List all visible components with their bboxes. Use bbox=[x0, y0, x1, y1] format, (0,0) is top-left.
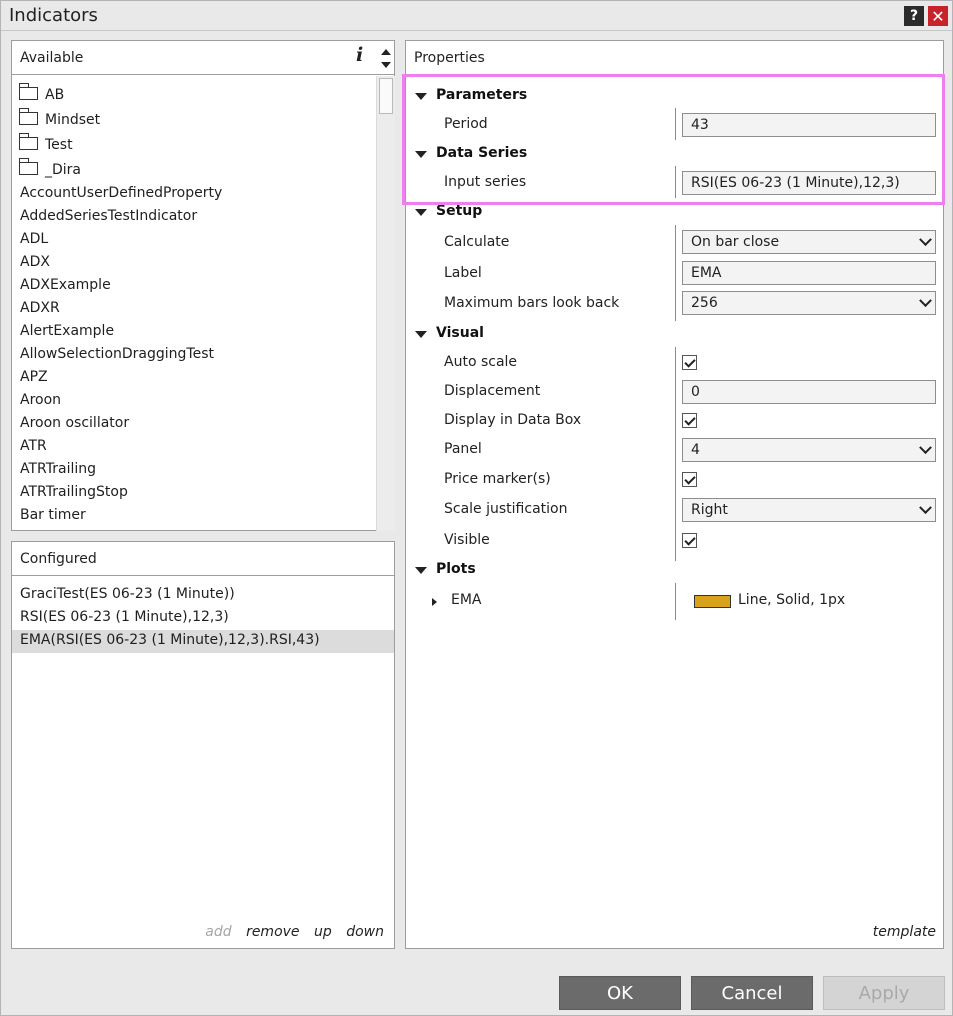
ok-button[interactable]: OK bbox=[559, 976, 681, 1010]
list-item[interactable]: ATR bbox=[20, 438, 47, 454]
calculate-dropdown[interactable]: On bar close bbox=[682, 230, 936, 254]
indicators-window: Indicators ? ✕ Available i AB Mindset Te… bbox=[0, 0, 953, 1016]
close-icon[interactable]: ✕ bbox=[928, 6, 948, 26]
help-icon[interactable]: ? bbox=[904, 6, 924, 26]
collapse-arrow-icon[interactable] bbox=[415, 151, 427, 158]
list-item[interactable]: APZ bbox=[20, 369, 48, 385]
display-in-data-box-checkbox[interactable] bbox=[682, 413, 697, 428]
sort-icon[interactable] bbox=[379, 43, 393, 73]
remove-link[interactable]: remove bbox=[246, 924, 299, 940]
folder-item[interactable]: Mindset bbox=[19, 108, 100, 128]
expand-arrow-icon[interactable] bbox=[432, 598, 437, 606]
configured-item-selected[interactable]: EMA(RSI(ES 06-23 (1 Minute),12,3).RSI,43… bbox=[12, 630, 394, 653]
info-icon[interactable]: i bbox=[356, 44, 363, 66]
configured-title: Configured bbox=[20, 551, 97, 567]
list-item[interactable]: AccountUserDefinedProperty bbox=[20, 185, 222, 201]
configured-panel: Configured GraciTest(ES 06-23 (1 Minute)… bbox=[11, 541, 395, 949]
available-list[interactable]: AB Mindset Test _Dira AccountUserDefined… bbox=[12, 76, 375, 531]
chevron-down-icon bbox=[919, 441, 932, 455]
properties-title: Properties bbox=[414, 50, 485, 66]
list-item[interactable]: ADXExample bbox=[20, 277, 111, 293]
collapse-arrow-icon[interactable] bbox=[415, 331, 427, 338]
input-series-field[interactable]: RSI(ES 06-23 (1 Minute),12,3) bbox=[682, 171, 936, 195]
displacement-input[interactable]: 0 bbox=[682, 380, 936, 404]
chevron-down-icon bbox=[919, 233, 932, 247]
grid-separator bbox=[675, 347, 676, 561]
list-item[interactable]: Aroon bbox=[20, 392, 61, 408]
list-item[interactable]: ATRTrailingStop bbox=[20, 484, 128, 500]
folder-icon bbox=[19, 83, 38, 100]
add-link[interactable]: add bbox=[205, 924, 231, 940]
list-item[interactable]: Aroon oscillator bbox=[20, 415, 129, 431]
configured-item[interactable]: RSI(ES 06-23 (1 Minute),12,3) bbox=[12, 607, 394, 630]
collapse-arrow-icon[interactable] bbox=[415, 209, 427, 216]
collapse-arrow-icon[interactable] bbox=[415, 567, 427, 574]
label-input[interactable]: EMA bbox=[682, 261, 936, 285]
list-item[interactable]: Bar timer bbox=[20, 507, 86, 523]
sort-up-icon[interactable] bbox=[381, 49, 391, 55]
properties-header: Properties bbox=[406, 41, 943, 75]
grid-separator bbox=[675, 225, 676, 321]
template-link[interactable]: template bbox=[873, 924, 936, 940]
chevron-down-icon bbox=[919, 294, 932, 308]
list-item[interactable]: AddedSeriesTestIndicator bbox=[20, 208, 197, 224]
plot-color-swatch[interactable] bbox=[694, 595, 731, 608]
title-bar: Indicators ? ✕ bbox=[1, 1, 952, 31]
list-item[interactable]: ADX bbox=[20, 254, 50, 270]
collapse-arrow-icon[interactable] bbox=[415, 93, 427, 100]
configured-actions: add remove up down bbox=[195, 924, 384, 940]
sort-down-icon[interactable] bbox=[381, 62, 391, 68]
plot-description[interactable]: Line, Solid, 1px bbox=[738, 592, 845, 608]
available-header: Available bbox=[12, 41, 394, 75]
folder-icon bbox=[19, 108, 38, 125]
scale-justification-dropdown[interactable]: Right bbox=[682, 498, 936, 522]
cancel-button[interactable]: Cancel bbox=[691, 976, 813, 1010]
folder-item[interactable]: Test bbox=[19, 133, 73, 153]
list-item[interactable]: AlertExample bbox=[20, 323, 114, 339]
visible-checkbox[interactable] bbox=[682, 533, 697, 548]
down-link[interactable]: down bbox=[346, 924, 384, 940]
window-title: Indicators bbox=[9, 5, 98, 26]
panel-dropdown[interactable]: 4 bbox=[682, 438, 936, 462]
configured-header: Configured bbox=[12, 542, 394, 576]
list-item[interactable]: AllowSelectionDraggingTest bbox=[20, 346, 214, 362]
list-item[interactable]: ADL bbox=[20, 231, 48, 247]
folder-icon bbox=[19, 133, 38, 150]
auto-scale-checkbox[interactable] bbox=[682, 355, 697, 370]
list-item[interactable]: ADXR bbox=[20, 300, 60, 316]
folder-item[interactable]: _Dira bbox=[19, 158, 81, 178]
available-scrollbar[interactable] bbox=[376, 76, 395, 531]
price-markers-checkbox[interactable] bbox=[682, 472, 697, 487]
up-link[interactable]: up bbox=[314, 924, 332, 940]
apply-button[interactable]: Apply bbox=[823, 976, 945, 1010]
list-item[interactable]: ATRTrailing bbox=[20, 461, 96, 477]
folder-icon bbox=[19, 158, 38, 175]
configured-item[interactable]: GraciTest(ES 06-23 (1 Minute)) bbox=[12, 584, 394, 607]
available-panel: Available i AB Mindset Test _Dira Accoun… bbox=[11, 40, 395, 531]
folder-item[interactable]: AB bbox=[19, 83, 64, 103]
available-title: Available bbox=[20, 50, 84, 66]
scrollbar-thumb[interactable] bbox=[379, 78, 393, 114]
chevron-down-icon bbox=[919, 501, 932, 515]
max-bars-dropdown[interactable]: 256 bbox=[682, 291, 936, 315]
period-input[interactable]: 43 bbox=[682, 113, 936, 137]
properties-panel: Properties Parameters Period 43 Data Ser… bbox=[405, 40, 944, 949]
